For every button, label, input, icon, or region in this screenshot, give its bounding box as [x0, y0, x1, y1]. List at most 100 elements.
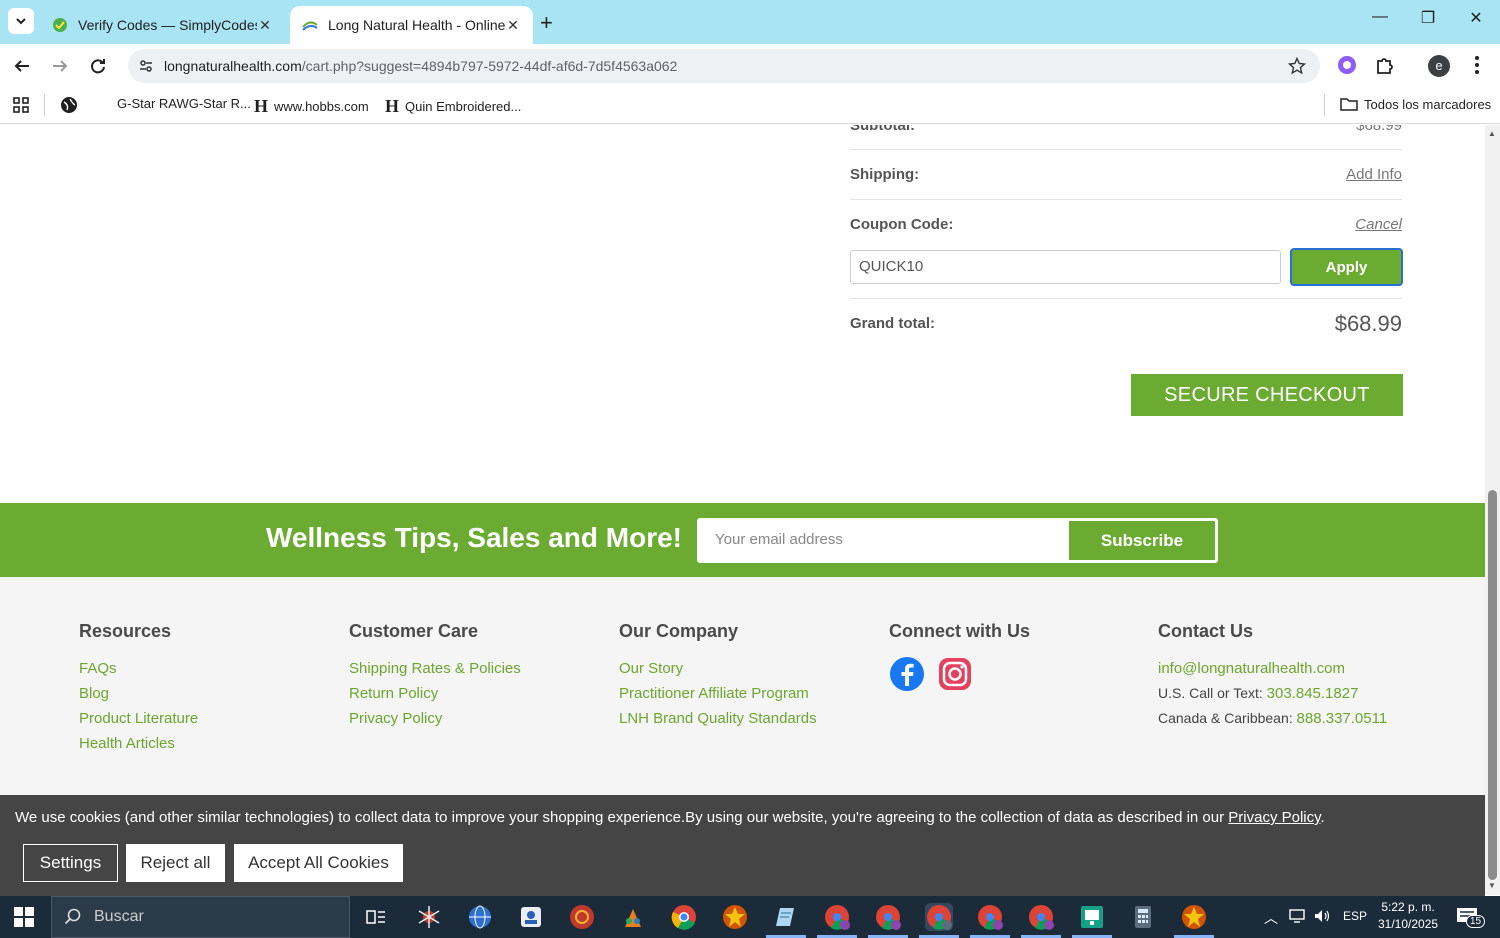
us-phone-link[interactable]: 303.845.1827 — [1267, 685, 1359, 702]
contact-email-link[interactable]: info@longnaturalhealth.com — [1158, 656, 1387, 681]
newsletter-email-input[interactable]: Your email address — [715, 531, 843, 548]
app-contacts-icon[interactable] — [517, 903, 545, 931]
clock-time: 5:22 p. m. — [1381, 900, 1435, 914]
taskbar-search-box[interactable]: Buscar — [51, 896, 350, 938]
bookmark-quin[interactable]: H Quin Embroidered... — [385, 96, 521, 117]
chrome-profile-active-icon[interactable] — [925, 903, 953, 931]
app-star-icon[interactable] — [721, 903, 749, 931]
chrome-profile-r-icon[interactable] — [976, 903, 1004, 931]
footer-link-product-literature[interactable]: Product Literature — [79, 706, 198, 731]
footer-link-privacy-policy[interactable]: Privacy Policy — [349, 706, 521, 731]
chrome-profile-r2-icon[interactable] — [1027, 903, 1055, 931]
cookie-banner: We use cookies (and other similar techno… — [0, 795, 1485, 896]
chrome-profile-w-icon[interactable] — [823, 903, 851, 931]
extension-logo-icon[interactable] — [1336, 54, 1358, 81]
footer-link-health-articles[interactable]: Health Articles — [79, 731, 198, 756]
bookmark-gstar[interactable]: G-Star RAWG-Star R... — [117, 96, 251, 111]
windows-start-icon[interactable] — [14, 907, 34, 932]
minimize-icon[interactable]: — — [1366, 8, 1394, 26]
footer-heading: Customer Care — [349, 621, 479, 641]
footer-link-faqs[interactable]: FAQs — [79, 656, 198, 681]
secure-checkout-button[interactable]: SECURE CHECKOUT — [1131, 374, 1403, 416]
close-window-icon[interactable]: ✕ — [1462, 8, 1490, 28]
new-tab-icon[interactable]: + — [540, 10, 553, 36]
shipping-label: Shipping: — [850, 166, 920, 183]
footer-link-affiliate[interactable]: Practitioner Affiliate Program — [619, 681, 817, 706]
chrome-profile-w2-icon[interactable] — [874, 903, 902, 931]
app-globe-icon[interactable] — [466, 903, 494, 931]
site-info-icon[interactable] — [128, 58, 164, 74]
footer-link-return-policy[interactable]: Return Policy — [349, 681, 521, 706]
bookmark-hobbs[interactable]: H www.hobbs.com — [254, 96, 369, 117]
restore-icon[interactable]: ❐ — [1414, 8, 1442, 28]
tab-long-natural-health[interactable]: Long Natural Health - Online V ✕ — [290, 6, 533, 44]
tab-simplycodes[interactable]: Verify Codes — SimplyCodes ✕ — [40, 6, 285, 44]
cookie-reject-button[interactable]: Reject all — [126, 844, 225, 882]
divider — [850, 199, 1402, 200]
app-red-circle-icon[interactable] — [568, 903, 596, 931]
cookie-privacy-policy-link[interactable]: Privacy Policy — [1228, 809, 1320, 826]
chrome-icon[interactable] — [670, 903, 698, 931]
calculator-icon[interactable] — [1129, 903, 1157, 931]
globe-bookmark-icon[interactable] — [60, 96, 78, 114]
cookie-message: We use cookies (and other similar techno… — [15, 809, 1325, 826]
scroll-down-icon[interactable]: ▼ — [1488, 881, 1496, 890]
tab-label: Verify Codes — SimplyCodes — [78, 17, 257, 33]
cookie-settings-button[interactable]: Settings — [23, 844, 118, 882]
network-icon[interactable] — [1288, 908, 1306, 927]
subtotal-value: $68.99 — [1356, 125, 1402, 134]
footer-link-quality[interactable]: LNH Brand Quality Standards — [619, 706, 817, 731]
scroll-thumb[interactable] — [1488, 490, 1497, 880]
address-bar[interactable]: longnaturalhealth.com/cart.php?suggest=4… — [128, 49, 1320, 83]
apply-coupon-button[interactable]: Apply — [1290, 248, 1403, 286]
footer-company: Our Company Our Story Practitioner Affil… — [619, 621, 817, 731]
profile-avatar[interactable]: e — [1428, 55, 1450, 77]
app-spider-icon[interactable] — [415, 903, 443, 931]
tray-chevron-icon[interactable]: ︿ — [1264, 908, 1278, 928]
task-view-icon[interactable] — [362, 903, 390, 931]
bookmark-label: www.hobbs.com — [274, 99, 369, 114]
page-scrollbar[interactable]: ▲ ▼ — [1485, 125, 1500, 895]
us-phone-prefix: U.S. Call or Text: — [1158, 685, 1267, 701]
grand-total-label: Grand total: — [850, 315, 935, 332]
hobbs-logo-icon: H — [254, 96, 269, 116]
notifications-button[interactable]: 15 — [1456, 907, 1486, 928]
footer-link-blog[interactable]: Blog — [79, 681, 198, 706]
taskbar-clock[interactable]: 5:22 p. m. 31/10/2025 — [1378, 900, 1438, 931]
search-icon — [64, 908, 81, 925]
volume-icon[interactable] — [1313, 908, 1331, 927]
hobbs-logo-icon: H — [385, 96, 400, 116]
app-paint-icon[interactable] — [619, 903, 647, 931]
chevron-down-icon — [16, 18, 26, 25]
reload-icon[interactable] — [86, 54, 110, 78]
cookie-accept-button[interactable]: Accept All Cookies — [234, 844, 403, 882]
tab-search-button[interactable] — [8, 8, 34, 34]
bookmark-label: Quin Embroidered... — [405, 99, 522, 114]
facebook-icon[interactable] — [889, 656, 925, 692]
app-monitor-icon[interactable] — [1078, 903, 1106, 931]
apps-grid-icon[interactable] — [12, 96, 30, 114]
back-icon[interactable] — [10, 54, 34, 78]
app-notes-icon[interactable] — [772, 903, 800, 931]
footer-heading: Resources — [79, 621, 172, 641]
browser-menu-icon[interactable] — [1470, 54, 1484, 81]
instagram-icon[interactable] — [937, 656, 973, 692]
bookmark-star-icon[interactable] — [1287, 56, 1307, 80]
cancel-coupon-link[interactable]: Cancel — [1355, 216, 1402, 233]
windows-taskbar: Buscar ︿ ESP 5:22 p. m. 31/10/2025 15 — [0, 896, 1500, 938]
close-tab-icon[interactable]: ✕ — [257, 17, 273, 34]
canada-phone-link[interactable]: 888.337.0511 — [1297, 710, 1388, 727]
extensions-puzzle-icon[interactable] — [1374, 54, 1396, 81]
app-star-2-icon[interactable] — [1180, 903, 1208, 931]
footer-link-our-story[interactable]: Our Story — [619, 656, 817, 681]
scroll-up-icon[interactable]: ▲ — [1488, 129, 1496, 138]
social-links — [889, 656, 1030, 692]
subscribe-button[interactable]: Subscribe — [1069, 521, 1215, 560]
footer-link-shipping[interactable]: Shipping Rates & Policies — [349, 656, 521, 681]
close-tab-icon[interactable]: ✕ — [505, 17, 521, 34]
forward-icon[interactable] — [48, 54, 72, 78]
all-bookmarks-button[interactable]: Todos los marcadores — [1340, 96, 1491, 112]
language-indicator[interactable]: ESP — [1343, 909, 1367, 923]
add-shipping-info-link[interactable]: Add Info — [1346, 166, 1402, 183]
coupon-code-input[interactable]: QUICK10 — [850, 250, 1281, 284]
